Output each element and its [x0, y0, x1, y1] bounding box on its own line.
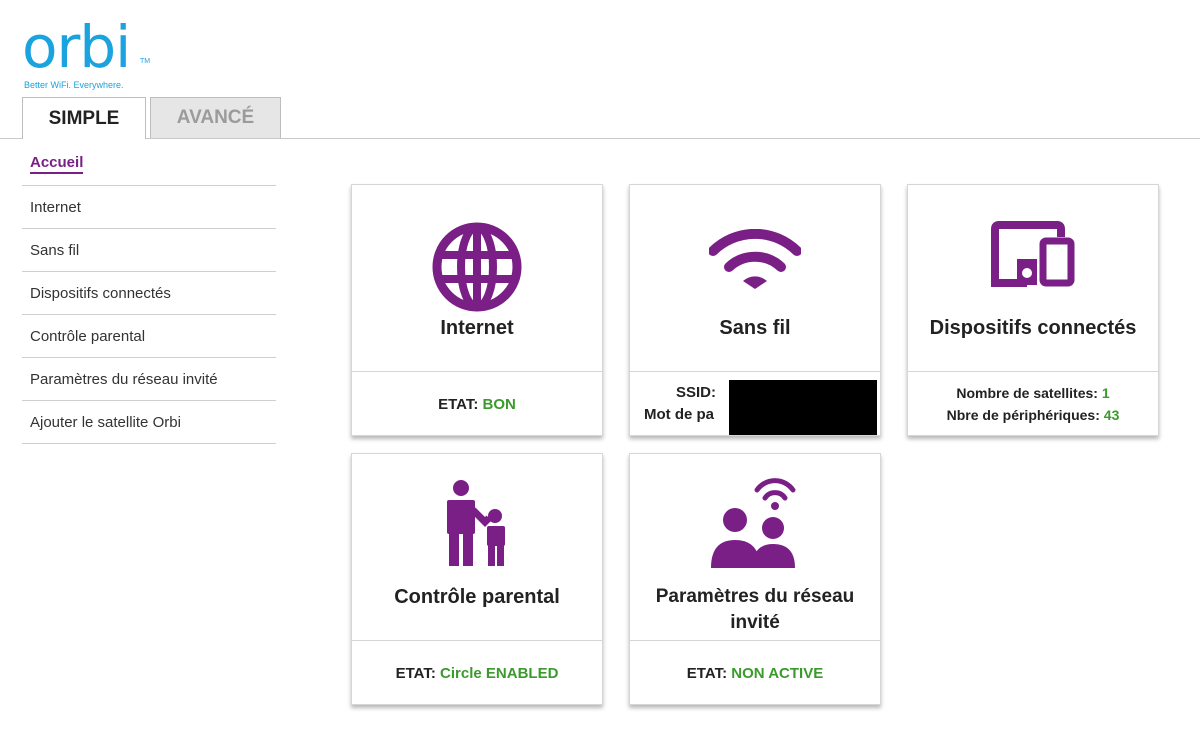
- card-status: ETAT: NON ACTIVE: [630, 640, 880, 705]
- sidebar-item-accueil[interactable]: Accueil: [22, 143, 276, 186]
- sidebar-item-label: Paramètres du réseau invité: [30, 370, 218, 388]
- orbi-logo: orbi TM Better WiFi. Everywhere.: [22, 13, 150, 90]
- sidebar-item-sans-fil[interactable]: Sans fil: [22, 229, 276, 272]
- card-title: Dispositifs connectés: [929, 317, 1137, 339]
- satellites-line: Nombre de satellites: 1: [956, 382, 1109, 404]
- tab-simple[interactable]: SIMPLE: [22, 97, 146, 139]
- card-status: ETAT: Circle ENABLED: [352, 640, 602, 705]
- sidebar-item-label: Contrôle parental: [30, 327, 146, 345]
- guest-network-icon: [630, 476, 880, 568]
- sidebar-nav: Accueil Internet Sans fil Dispositifs co…: [22, 143, 276, 444]
- devices-card[interactable]: Dispositifs connectés Nombre de satellit…: [907, 184, 1159, 436]
- card-title: Sans fil: [719, 317, 791, 339]
- wireless-card[interactable]: Sans fil SSID: Mot de pa: [629, 184, 881, 436]
- tab-divider: [0, 138, 1200, 139]
- logo-wordmark: orbi: [22, 13, 131, 81]
- devices-count-label: Nbre de périphériques:: [946, 407, 1100, 423]
- sidebar-item-internet[interactable]: Internet: [22, 186, 276, 229]
- devices-count-value: 43: [1103, 407, 1120, 423]
- status-label: ETAT:: [686, 664, 728, 682]
- sidebar-item-label: Ajouter le satellite Orbi: [30, 413, 181, 431]
- sidebar-item-controle-parental[interactable]: Contrôle parental: [22, 315, 276, 358]
- globe-icon: [352, 221, 602, 313]
- satellites-value: 1: [1101, 385, 1110, 401]
- status-line: ETAT: NON ACTIVE: [687, 665, 823, 682]
- card-status: Nombre de satellites: 1 Nbre de périphér…: [908, 371, 1158, 436]
- parental-control-card[interactable]: Contrôle parental ETAT: Circle ENABLED: [351, 453, 603, 705]
- card-header: Dispositifs connectés: [908, 185, 1158, 371]
- status-label: ETAT:: [438, 395, 479, 413]
- card-title: Internet: [440, 317, 514, 339]
- satellites-label: Nombre de satellites:: [956, 385, 1098, 401]
- sidebar-item-label: Accueil: [30, 154, 84, 174]
- tab-avance[interactable]: AVANCÉ: [150, 97, 281, 138]
- card-title-line1: Paramètres du réseau: [655, 586, 855, 607]
- guest-network-card[interactable]: Paramètres du réseau invité ETAT: NON AC…: [629, 453, 881, 705]
- sidebar-item-label: Sans fil: [30, 241, 80, 259]
- password-label: Mot de pa: [644, 405, 714, 423]
- status-value: Circle ENABLED: [440, 664, 559, 682]
- internet-card[interactable]: Internet ETAT: BON: [351, 184, 603, 436]
- sidebar-item-dispositifs[interactable]: Dispositifs connectés: [22, 272, 276, 315]
- sidebar-item-ajouter-satellite[interactable]: Ajouter le satellite Orbi: [22, 401, 276, 444]
- sidebar-item-label: Dispositifs connectés: [30, 284, 171, 302]
- logo-trademark: TM: [140, 58, 151, 65]
- status-line: ETAT: BON: [438, 396, 516, 413]
- parent-child-icon: [352, 480, 602, 566]
- wifi-icon: [630, 229, 880, 291]
- sidebar-item-reseau-invite[interactable]: Paramètres du réseau invité: [22, 358, 276, 401]
- card-header: Paramètres du réseau invité: [630, 454, 880, 640]
- status-line: ETAT: Circle ENABLED: [396, 665, 559, 682]
- card-header: Internet: [352, 185, 602, 371]
- devices-count-line: Nbre de périphériques: 43: [947, 404, 1120, 426]
- card-title-line2: invité: [730, 612, 780, 633]
- card-header: Sans fil: [630, 185, 880, 371]
- status-value: NON ACTIVE: [731, 664, 824, 682]
- card-header: Contrôle parental: [352, 454, 602, 640]
- card-title: Contrôle parental: [394, 586, 560, 608]
- status-value: BON: [482, 395, 516, 413]
- card-status: ETAT: BON: [352, 371, 602, 436]
- redacted-credentials: [729, 380, 877, 435]
- devices-icon: [908, 221, 1158, 287]
- sidebar-item-label: Internet: [30, 198, 81, 216]
- status-label: ETAT:: [395, 664, 436, 682]
- ssid-label: SSID:: [676, 383, 717, 401]
- logo-tagline: Better WiFi. Everywhere.: [24, 80, 124, 90]
